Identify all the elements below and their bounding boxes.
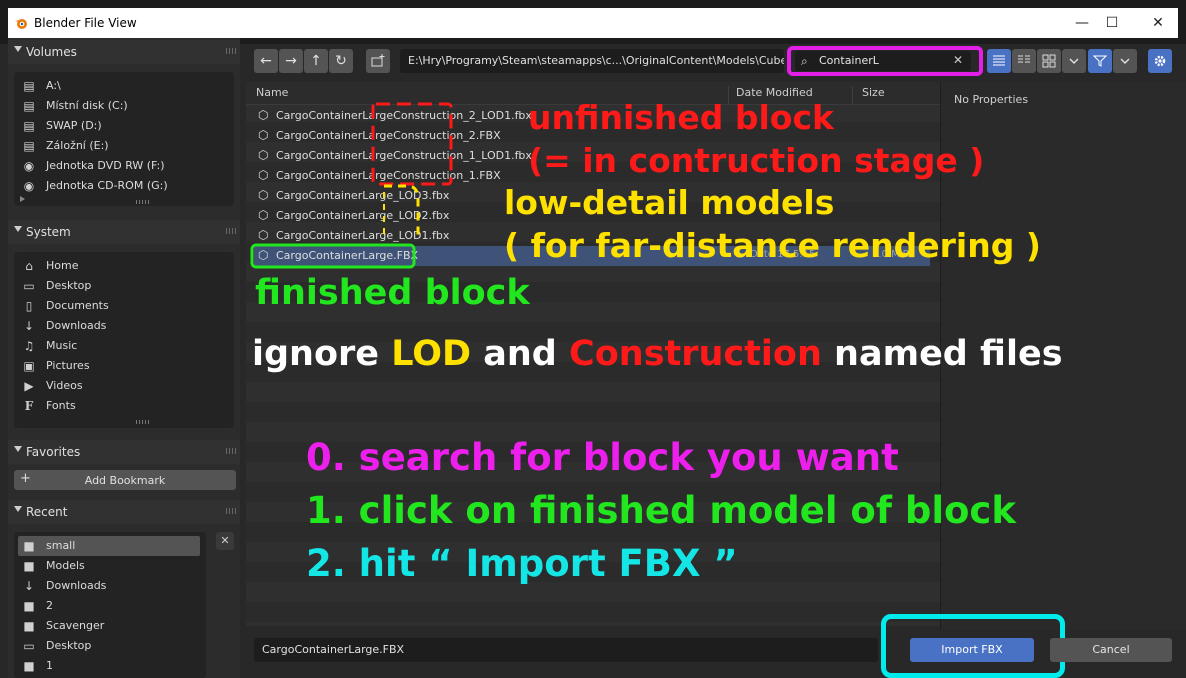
- annotation-step-2: 2. hit “ Import FBX ”: [306, 542, 738, 585]
- annotation-construction-stage: (= in contruction stage ): [528, 141, 985, 180]
- annotation-step-0: 0. search for block you want: [306, 436, 899, 479]
- annotation-unfinished: unfinished block: [528, 98, 834, 137]
- annotation-low-detail: low-detail models: [504, 183, 835, 222]
- ignore-lod-text: LOD: [391, 334, 472, 374]
- annotation-ignore-note: ignore LOD and Construction named files: [252, 334, 1063, 374]
- annotation-finished-block: finished block: [255, 273, 530, 313]
- ignore-text: ignore: [252, 334, 392, 374]
- lod-highlight-bracket: [384, 184, 420, 238]
- ignore-named-files-text: named files: [821, 334, 1063, 374]
- annotation-step-1: 1. click on finished model of block: [306, 489, 1016, 532]
- construction-highlight-box: [371, 102, 453, 186]
- finished-file-highlight-box: [250, 243, 416, 269]
- ignore-construction-text: Construction: [569, 334, 822, 374]
- annotation-far-distance: ( for far-distance rendering ): [504, 226, 1041, 265]
- ignore-and-text: and: [471, 334, 570, 374]
